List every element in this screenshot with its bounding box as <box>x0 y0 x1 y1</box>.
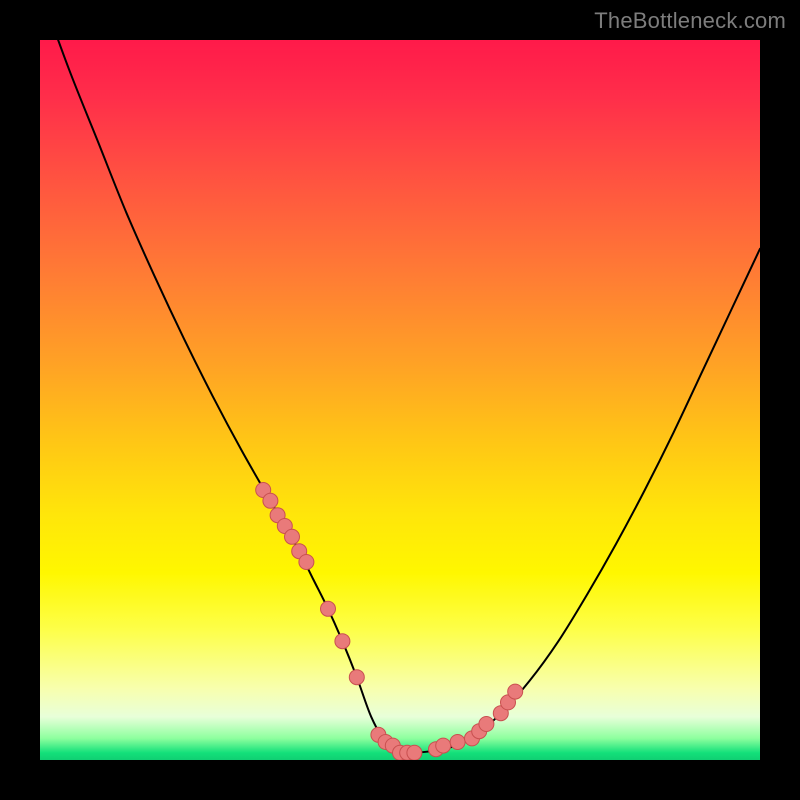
chart-svg <box>40 40 760 760</box>
datapoint <box>299 555 314 570</box>
datapoint <box>349 670 364 685</box>
datapoint <box>450 735 465 750</box>
plot-area <box>40 40 760 760</box>
datapoint <box>508 684 523 699</box>
datapoint <box>479 717 494 732</box>
datapoint <box>263 493 278 508</box>
bottleneck-curve <box>40 40 760 754</box>
watermark-text: TheBottleneck.com <box>594 8 786 34</box>
datapoints-group <box>256 483 523 761</box>
chart-frame: TheBottleneck.com <box>0 0 800 800</box>
datapoint <box>321 601 336 616</box>
datapoint <box>407 745 422 760</box>
datapoint <box>285 529 300 544</box>
datapoint <box>335 634 350 649</box>
datapoint <box>436 738 451 753</box>
